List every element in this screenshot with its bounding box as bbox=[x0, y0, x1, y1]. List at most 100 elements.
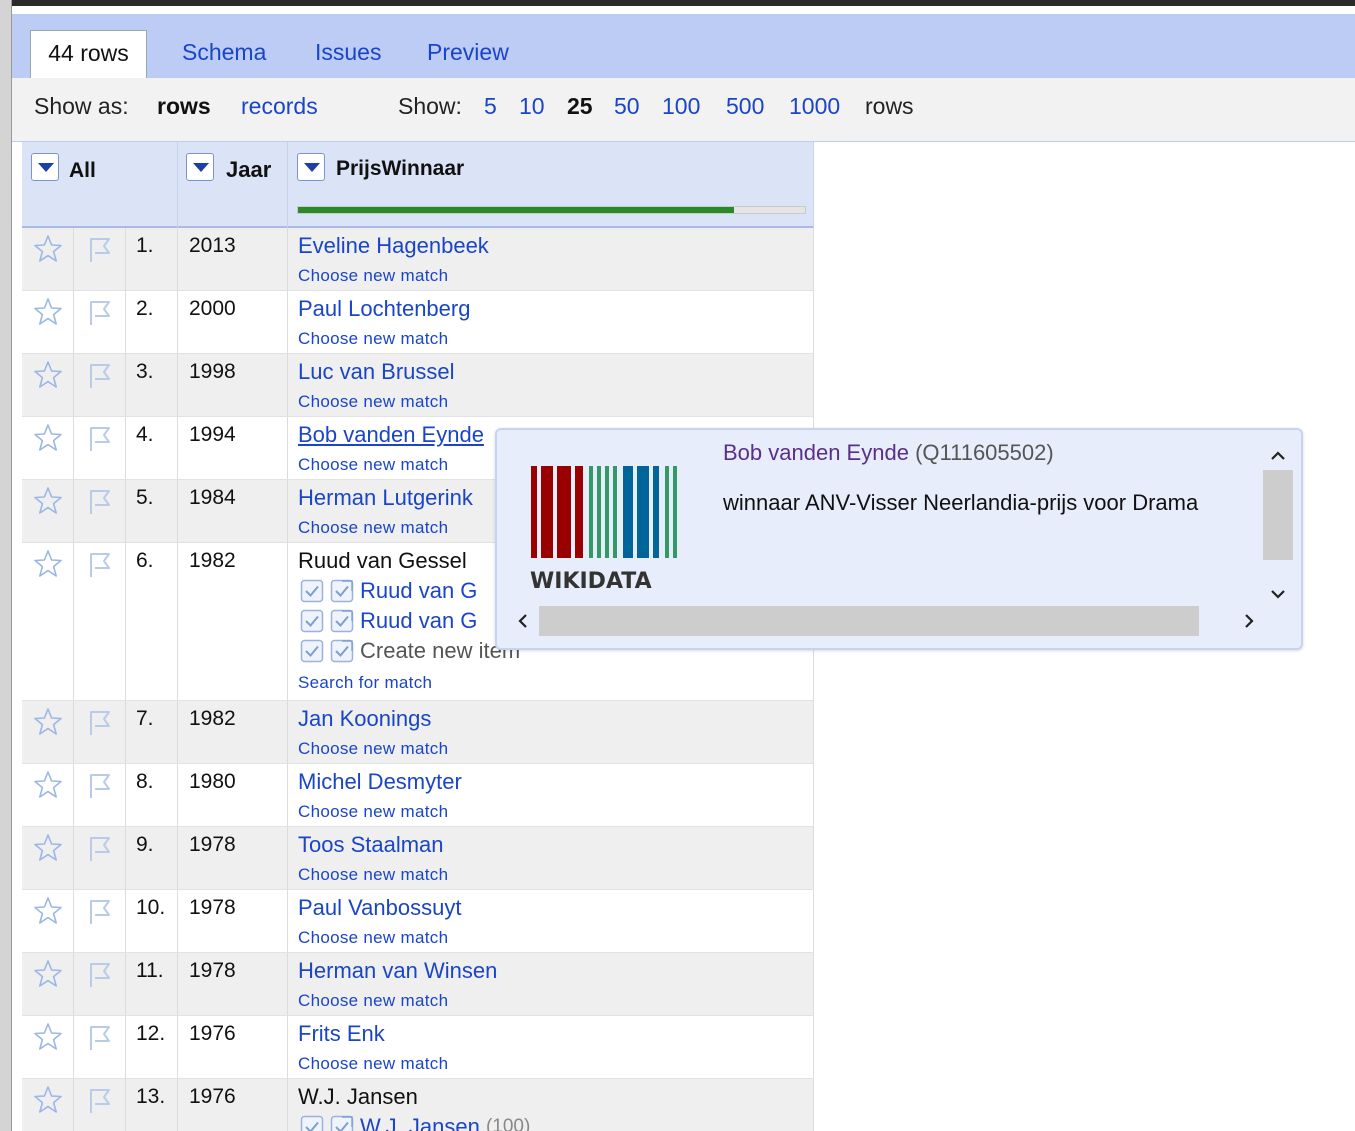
tab-issues[interactable]: Issues bbox=[315, 30, 381, 74]
row-number-cell: 13. bbox=[126, 1079, 178, 1131]
star-icon[interactable] bbox=[33, 297, 63, 327]
flag-icon[interactable] bbox=[85, 549, 115, 579]
matched-entity-link[interactable]: Paul Vanbossuyt bbox=[298, 895, 461, 921]
matched-entity-link[interactable]: Eveline Hagenbeek bbox=[298, 233, 489, 259]
popup-vertical-scrollbar[interactable] bbox=[1263, 436, 1293, 608]
flag-icon[interactable] bbox=[85, 896, 115, 926]
scroll-left-icon[interactable] bbox=[509, 607, 537, 635]
choose-new-match-link[interactable]: Choose new match bbox=[298, 865, 448, 885]
matched-entity-link[interactable]: Jan Koonings bbox=[298, 706, 431, 732]
row-number-cell: 6. bbox=[126, 543, 178, 700]
star-icon[interactable] bbox=[33, 234, 63, 264]
candidate-link[interactable]: Ruud van G bbox=[360, 608, 477, 633]
page-size-1000[interactable]: 1000 bbox=[789, 78, 840, 142]
matched-entity-link[interactable]: Herman Lutgerink bbox=[298, 485, 473, 511]
choose-new-match-link[interactable]: Choose new match bbox=[298, 266, 448, 286]
star-icon[interactable] bbox=[33, 549, 63, 579]
row-number: 13. bbox=[136, 1085, 166, 1108]
mode-records-option[interactable]: records bbox=[241, 78, 318, 142]
row-number-cell: 3. bbox=[126, 354, 178, 416]
row-number: 7. bbox=[136, 707, 154, 730]
choose-new-match-link[interactable]: Choose new match bbox=[298, 802, 448, 822]
star-icon[interactable] bbox=[33, 707, 63, 737]
search-for-match-link[interactable]: Search for match bbox=[298, 673, 432, 693]
winner-cell: Jan Koonings Choose new match bbox=[288, 701, 814, 763]
star-icon[interactable] bbox=[33, 1085, 63, 1115]
choose-new-match-link[interactable]: Choose new match bbox=[298, 991, 448, 1011]
star-cell bbox=[22, 480, 74, 542]
tab-schema[interactable]: Schema bbox=[182, 30, 266, 74]
choose-new-match-link[interactable]: Choose new match bbox=[298, 928, 448, 948]
tab-preview[interactable]: Preview bbox=[427, 30, 509, 74]
page-size-25[interactable]: 25 bbox=[567, 78, 593, 142]
match-similar-cells-icon[interactable] bbox=[330, 639, 354, 663]
horizontal-scroll-thumb[interactable] bbox=[539, 606, 1199, 636]
choose-new-match-link[interactable]: Choose new match bbox=[298, 392, 448, 412]
candidate-link[interactable]: W.J. Jansen bbox=[360, 1114, 480, 1131]
matched-entity-link[interactable]: Luc van Brussel bbox=[298, 359, 455, 385]
flag-icon[interactable] bbox=[85, 770, 115, 800]
popup-entity-name[interactable]: Bob vanden Eynde bbox=[723, 440, 909, 465]
popup-horizontal-scrollbar[interactable] bbox=[507, 606, 1263, 636]
star-icon[interactable] bbox=[33, 423, 63, 453]
match-this-cell-icon[interactable] bbox=[300, 579, 324, 603]
winner-cell: Toos Staalman Choose new match bbox=[288, 827, 814, 889]
wikidata-logo: WIKIDATA bbox=[530, 466, 677, 592]
matched-entity-link[interactable]: Michel Desmyter bbox=[298, 769, 462, 795]
match-this-cell-icon[interactable] bbox=[300, 639, 324, 663]
matched-entity-link[interactable]: Toos Staalman bbox=[298, 832, 444, 858]
flag-icon[interactable] bbox=[85, 423, 115, 453]
star-icon[interactable] bbox=[33, 770, 63, 800]
star-icon[interactable] bbox=[33, 833, 63, 863]
choose-new-match-link[interactable]: Choose new match bbox=[298, 739, 448, 759]
row-number-cell: 8. bbox=[126, 764, 178, 826]
flag-icon[interactable] bbox=[85, 1085, 115, 1115]
scroll-up-icon[interactable] bbox=[1264, 442, 1292, 470]
star-icon[interactable] bbox=[33, 959, 63, 989]
matched-entity-link[interactable]: Paul Lochtenberg bbox=[298, 296, 470, 322]
match-similar-cells-icon[interactable] bbox=[330, 1115, 354, 1131]
choose-new-match-link[interactable]: Choose new match bbox=[298, 329, 448, 349]
matched-entity-link[interactable]: Herman van Winsen bbox=[298, 958, 497, 984]
jaar-value: 1978 bbox=[189, 833, 236, 856]
match-similar-cells-icon[interactable] bbox=[330, 609, 354, 633]
scroll-down-icon[interactable] bbox=[1264, 580, 1292, 608]
page-size-500[interactable]: 500 bbox=[726, 78, 764, 142]
star-icon[interactable] bbox=[33, 1022, 63, 1052]
page-size-10[interactable]: 10 bbox=[519, 78, 545, 142]
matched-entity-link[interactable]: Bob vanden Eynde bbox=[298, 422, 484, 448]
star-icon[interactable] bbox=[33, 360, 63, 390]
candidate-link[interactable]: Ruud van G bbox=[360, 578, 477, 603]
dropdown-arrow-icon[interactable] bbox=[31, 153, 59, 181]
popup-entity-title[interactable]: Bob vanden Eynde (Q111605502) bbox=[723, 440, 1054, 466]
flag-icon[interactable] bbox=[85, 959, 115, 989]
dropdown-arrow-icon[interactable] bbox=[297, 153, 325, 181]
popup-content: WIKIDATA Bob vanden Eynde (Q111605502) w… bbox=[497, 430, 1263, 606]
match-this-cell-icon[interactable] bbox=[300, 609, 324, 633]
candidate-item: Ruud van G bbox=[300, 577, 477, 605]
vertical-scroll-thumb[interactable] bbox=[1263, 470, 1293, 560]
choose-new-match-link[interactable]: Choose new match bbox=[298, 455, 448, 475]
flag-icon[interactable] bbox=[85, 707, 115, 737]
flag-icon[interactable] bbox=[85, 297, 115, 327]
scroll-right-icon[interactable] bbox=[1235, 607, 1263, 635]
page-size-100[interactable]: 100 bbox=[662, 78, 700, 142]
choose-new-match-link[interactable]: Choose new match bbox=[298, 1054, 448, 1074]
tab-rows-count[interactable]: 44 rows bbox=[30, 30, 147, 78]
match-this-cell-icon[interactable] bbox=[300, 1115, 324, 1131]
flag-icon[interactable] bbox=[85, 833, 115, 863]
matched-entity-link[interactable]: Frits Enk bbox=[298, 1021, 385, 1047]
dropdown-arrow-icon[interactable] bbox=[186, 153, 214, 181]
page-size-50[interactable]: 50 bbox=[614, 78, 640, 142]
flag-icon[interactable] bbox=[85, 486, 115, 516]
flag-icon[interactable] bbox=[85, 360, 115, 390]
flag-icon[interactable] bbox=[85, 234, 115, 264]
match-similar-cells-icon[interactable] bbox=[330, 579, 354, 603]
flag-icon[interactable] bbox=[85, 1022, 115, 1052]
mode-rows-option[interactable]: rows bbox=[157, 78, 211, 142]
page-size-5[interactable]: 5 bbox=[484, 78, 497, 142]
jaar-value: 1976 bbox=[189, 1085, 236, 1108]
star-icon[interactable] bbox=[33, 486, 63, 516]
choose-new-match-link[interactable]: Choose new match bbox=[298, 518, 448, 538]
star-icon[interactable] bbox=[33, 896, 63, 926]
